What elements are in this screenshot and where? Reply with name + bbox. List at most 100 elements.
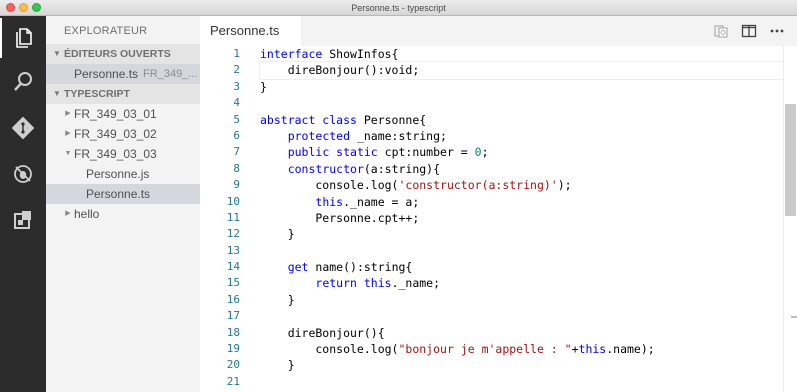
tab-personne-ts[interactable]: Personne.ts — [200, 16, 301, 46]
string-token: 'constructor(a:string)' — [398, 178, 558, 193]
line-number: 14 — [226, 260, 240, 274]
extensions-icon[interactable] — [0, 200, 46, 240]
window-title: Personne.ts - typescript — [351, 3, 446, 13]
code-line-2-current: direBonjour():void; — [259, 61, 784, 80]
tab-label: Personne.ts — [210, 23, 280, 38]
close-window-button[interactable] — [6, 3, 15, 12]
file-item[interactable]: Personne.js — [46, 164, 200, 184]
line-number: 8 — [233, 161, 240, 175]
file-label: Personne.ts — [86, 187, 151, 201]
code-token: ; — [481, 145, 489, 160]
chevron-down-icon: ▼ — [64, 150, 72, 157]
line-number: 15 — [226, 276, 240, 290]
keyword-token: public static — [287, 145, 378, 160]
scrollbar-thumb[interactable] — [785, 104, 796, 216]
more-actions-icon[interactable] — [763, 16, 791, 46]
line-number: 19 — [226, 342, 240, 356]
folder-label: FR_349_03_03 — [74, 147, 157, 161]
split-editor-icon[interactable] — [735, 16, 763, 46]
search-icon[interactable] — [0, 62, 46, 102]
minimize-window-button[interactable] — [19, 3, 28, 12]
explorer-title: EXPLORATEUR — [64, 25, 148, 37]
keyword-token: interface — [260, 47, 323, 61]
line-number: 2 — [233, 63, 240, 77]
chevron-down-icon: ▼ — [53, 49, 61, 58]
overview-ruler-mark — [791, 316, 797, 318]
folder-item[interactable]: ▶ hello — [46, 204, 200, 224]
workspace-section-header[interactable]: ▼ TYPESCRIPT — [46, 84, 200, 104]
open-editors-section-header[interactable]: ▼ ÉDITEURS OUVERTS — [46, 44, 200, 64]
chevron-right-icon: ▶ — [65, 110, 71, 117]
explorer-sidebar: EXPLORATEUR ▼ ÉDITEURS OUVERTS Personne.… — [46, 16, 200, 392]
code-line-5: abstract class Personne{ — [260, 112, 783, 128]
code-token: } — [260, 227, 295, 242]
code-lines[interactable]: interface ShowInfos{ direBonjour():void;… — [259, 46, 784, 390]
code-token: ); — [557, 178, 572, 193]
editor-tab-bar: Personne.ts — [200, 16, 797, 46]
code-token: direBonjour(){ — [260, 325, 385, 340]
line-number-gutter: 1 2 3 4 5 6 7 8 9 10 11 12 13 14 15 16 1… — [200, 46, 240, 390]
open-editor-item[interactable]: Personne.ts FR_349_... — [46, 64, 200, 84]
files-icon[interactable] — [0, 18, 46, 58]
file-item-active[interactable]: Personne.ts — [46, 184, 200, 204]
line-number: 20 — [226, 358, 240, 372]
git-icon[interactable] — [0, 108, 46, 148]
code-token: + — [571, 342, 579, 357]
code-line-19: console.log("bonjour je m'appelle : "+th… — [260, 341, 783, 357]
line-number: 6 — [233, 128, 240, 142]
file-label: Personne.js — [86, 167, 150, 181]
code-line-8: constructor(a:string){ — [260, 161, 783, 177]
line-number: 10 — [226, 194, 240, 208]
editor-scrollbar[interactable] — [783, 46, 797, 392]
open-changes-icon[interactable] — [707, 16, 735, 46]
code-line-10: this._name = a; — [260, 194, 783, 210]
line-number: 1 — [233, 47, 240, 60]
code-line-18: direBonjour(){ — [260, 325, 783, 341]
keyword-token: get — [287, 260, 309, 275]
code-line-14: get name():string{ — [260, 259, 783, 275]
open-editor-path: FR_349_... — [143, 68, 198, 80]
maximize-window-button[interactable] — [32, 3, 41, 12]
code-line-6: protected _name:string; — [260, 128, 783, 144]
folder-label: hello — [74, 207, 100, 221]
line-number: 13 — [226, 243, 240, 257]
code-line-11: Personne.cpt++; — [260, 210, 783, 226]
folder-item[interactable]: ▶ FR_349_03_01 — [46, 104, 200, 124]
code-token: (a:string){ — [363, 161, 441, 176]
code-editor[interactable]: 1 2 3 4 5 6 7 8 9 10 11 12 13 14 15 16 1… — [200, 46, 797, 392]
folder-label: FR_349_03_01 — [74, 107, 157, 121]
chevron-down-icon: ▼ — [53, 89, 61, 98]
folder-item[interactable]: ▼ FR_349_03_03 — [46, 144, 200, 164]
line-number: 3 — [233, 79, 240, 93]
code-line-15: return this._name; — [260, 275, 783, 291]
code-line-20: } — [260, 357, 783, 373]
line-number: 12 — [226, 227, 240, 241]
line-number: 21 — [226, 374, 240, 388]
line-number: 7 — [233, 145, 240, 159]
code-token: console.log( — [260, 178, 399, 193]
code-token: ._name = a; — [343, 194, 420, 209]
keyword-token: return this — [315, 276, 392, 291]
keyword-token: protected — [287, 128, 351, 143]
chevron-right-icon: ▶ — [65, 130, 71, 137]
folder-label: FR_349_03_02 — [74, 127, 157, 141]
code-line-12: } — [260, 226, 783, 242]
code-token: ._name; — [391, 276, 441, 291]
code-token: Personne{ — [356, 112, 427, 127]
folder-item[interactable]: ▶ FR_349_03_02 — [46, 124, 200, 144]
workspace-label: TYPESCRIPT — [64, 88, 130, 100]
code-token: } — [260, 292, 295, 307]
title-bar: Personne.ts - typescript — [0, 0, 797, 16]
code-token: cpt:number = — [377, 145, 475, 160]
open-editors-label: ÉDITEURS OUVERTS — [64, 48, 171, 60]
code-token: ShowInfos{ — [322, 47, 399, 61]
line-number: 18 — [226, 325, 240, 339]
code-line-3: } — [260, 79, 783, 95]
line-number: 4 — [233, 96, 240, 110]
number-token: 0 — [474, 145, 482, 160]
debug-icon[interactable] — [0, 154, 46, 194]
